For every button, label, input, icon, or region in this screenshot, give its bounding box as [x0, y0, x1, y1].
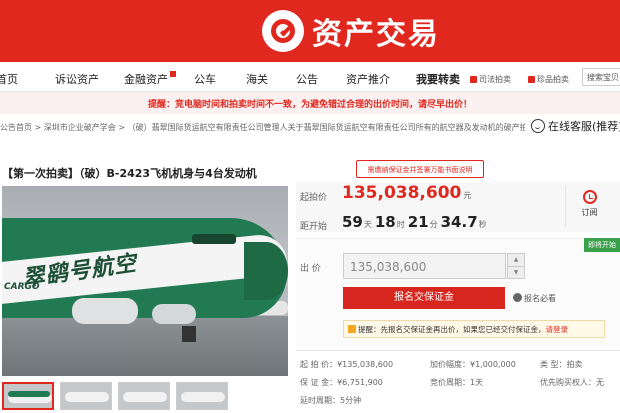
search-input[interactable]: 搜索宝贝	[582, 68, 620, 86]
signup-deposit-button[interactable]: 报名交保证金	[343, 287, 505, 309]
start-price: 135,038,600 元	[342, 183, 471, 203]
logo-mark-icon	[262, 10, 304, 52]
image-cargo-text: CARGO	[4, 282, 40, 292]
countdown-seconds-unit: 秒	[478, 220, 487, 229]
image-nose	[244, 242, 288, 300]
must-read-link[interactable]: 报名必看	[513, 293, 556, 304]
listing-main-image[interactable]: 翠鹞号航空 CARGO	[2, 186, 288, 376]
nav-link-judicial-auction[interactable]: 司法拍卖	[470, 74, 511, 85]
login-tip: 提醒：先报名交保证金再出价，如果您已经交付保证金，请登录	[343, 320, 605, 338]
online-service-label: 在线客服(推荐)	[548, 120, 620, 133]
login-link[interactable]: 请登录	[546, 325, 569, 334]
tip-text: 提醒：先报名交保证金再出价，如果您已经交付保证金，	[358, 325, 546, 334]
breadcrumb: 公告首页 > 深圳市企业破产学会 > （破）翡翠国际货运航空有限责任公司管理人关…	[0, 118, 620, 138]
subscribe-label: 订阅	[581, 208, 598, 217]
auction-details: 起 拍 价：¥135,038,600 保 证 金：¥6,751,900 延时周期…	[296, 350, 620, 413]
thumbnail[interactable]	[2, 382, 54, 410]
image-landing-gear	[182, 326, 196, 342]
currency-unit: 元	[463, 191, 472, 200]
deposit-note: 需缴纳保证金并签署万能书面说明	[356, 160, 484, 178]
top-banner: 资产交易	[0, 0, 620, 62]
nav-item-home[interactable]: 首页	[0, 71, 18, 87]
breadcrumb-path[interactable]: 公告首页 > 深圳市企业破产学会 > （破）翡翠国际货运航空有限责任公司管理人关…	[0, 122, 525, 133]
countdown-label: 距开始	[300, 222, 328, 232]
online-service-link[interactable]: 在线客服(推荐)	[531, 118, 620, 134]
nav-item-asset-promotion[interactable]: 资产推介	[346, 71, 390, 87]
alarm-clock-icon	[582, 190, 597, 204]
site-logo[interactable]: 资产交易	[262, 8, 440, 54]
detail-priority-buyer: 优先购买权人：无	[540, 378, 604, 387]
nav-item-announcements[interactable]: 公告	[296, 71, 318, 87]
thumbnail[interactable]	[118, 382, 170, 410]
image-tarmac	[2, 316, 288, 376]
thumbnail[interactable]	[60, 382, 112, 410]
listing-title: 【第一次拍卖】（破）B-2423飞机机身与4台发动机	[2, 167, 257, 180]
bid-stepper[interactable]: ▲ ▼	[507, 253, 525, 279]
subscribe-reminder[interactable]: 订阅	[565, 186, 613, 226]
stepper-down-icon[interactable]: ▼	[508, 266, 524, 278]
image-engine	[72, 298, 138, 324]
site-brand-text: 资产交易	[312, 17, 440, 52]
detail-start-price: 起 拍 价：¥135,038,600	[300, 360, 394, 369]
must-read-label: 报名必看	[524, 294, 556, 303]
stepper-up-icon[interactable]: ▲	[508, 254, 524, 266]
main-nav: 首页 诉讼资产 金融资产 公车 海关 公告 资产推介 我要转卖 司法拍卖 珍品拍…	[0, 62, 620, 92]
nav-item-litigation-assets[interactable]: 诉讼资产	[55, 71, 99, 87]
nav-item-resell[interactable]: 我要转卖	[416, 71, 460, 87]
detail-deposit: 保 证 金：¥6,751,900	[300, 378, 383, 387]
thumbnail-strip	[2, 382, 288, 413]
thumbnail[interactable]	[176, 382, 228, 410]
image-engine	[152, 304, 196, 324]
bid-label: 出 价	[300, 264, 321, 274]
status-badge: 即将开始	[584, 238, 620, 252]
detail-increment: 加价幅度：¥1,000,000	[430, 360, 516, 369]
customer-service-icon	[531, 119, 545, 133]
nav-link-treasure-auction[interactable]: 珍品拍卖	[528, 74, 569, 85]
nav-item-financial-assets[interactable]: 金融资产	[124, 71, 176, 87]
countdown-hours-unit: 时	[396, 220, 405, 229]
detail-type: 类 型：拍卖	[540, 360, 583, 369]
tip-icon	[348, 325, 356, 333]
countdown-timer: 59天 18时 21分 34.7秒	[342, 213, 490, 231]
time-warning-banner: 提醒：竞电脑时间和拍卖时间不一致，为避免错过合理的出价时间，请尽早出价！	[0, 92, 620, 114]
nav-item-financial-assets-label: 金融资产	[124, 73, 168, 86]
countdown-days-unit: 天	[363, 220, 372, 229]
nav-item-customs[interactable]: 海关	[246, 71, 268, 87]
detail-delay-period: 延时周期：5分钟	[300, 396, 362, 405]
countdown-minutes-unit: 分	[429, 220, 438, 229]
image-cockpit-windows	[192, 234, 236, 244]
hot-marker-icon	[170, 71, 176, 77]
detail-bid-cycle: 竞价周期：1天	[430, 378, 484, 387]
countdown-seconds: 34.7	[440, 213, 478, 231]
nav-item-public-vehicles[interactable]: 公车	[194, 71, 216, 87]
countdown-minutes: 21	[407, 213, 429, 231]
start-price-value: 135,038,600	[342, 183, 462, 203]
bid-amount-input[interactable]: 135,038,600	[343, 253, 506, 279]
start-price-label: 起拍价	[300, 193, 328, 203]
countdown-days: 59	[342, 213, 363, 231]
countdown-hours: 18	[374, 213, 396, 231]
info-icon	[513, 293, 522, 302]
